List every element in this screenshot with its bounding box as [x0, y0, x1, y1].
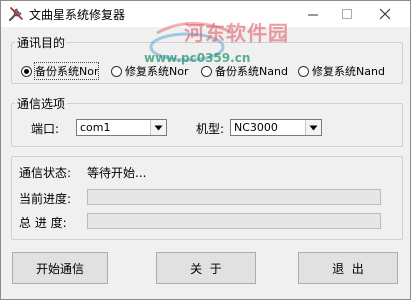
- chevron-down-icon[interactable]: [150, 120, 166, 135]
- exit-label: 退 出: [332, 261, 364, 276]
- port-label: 端口:: [31, 122, 60, 136]
- port-select-value: com1: [80, 121, 111, 134]
- status-text: 等待开始...: [87, 166, 147, 180]
- radio-repair-nand[interactable]: 修复系统Nand: [298, 63, 385, 79]
- status-label: 通信状态:: [19, 166, 72, 180]
- app-window: 文曲星系统修复器 通讯目的 备份系统Nor 修复系统Nor 备份系统Nand 修…: [0, 0, 411, 300]
- exit-button[interactable]: 退 出: [298, 252, 398, 284]
- total-progress-label: 总 进 度:: [19, 216, 67, 230]
- model-select[interactable]: NC3000: [230, 119, 322, 136]
- total-progress-bar: [87, 213, 381, 229]
- close-icon[interactable]: [365, 1, 405, 27]
- model-select-value: NC3000: [234, 121, 278, 134]
- wrench-icon: [7, 5, 25, 23]
- radio-backup-nor-label: 备份系统Nor: [33, 62, 100, 80]
- port-select[interactable]: com1: [76, 119, 167, 136]
- chevron-down-icon[interactable]: [305, 120, 321, 135]
- start-communication-button[interactable]: 开始通信: [12, 252, 108, 284]
- purpose-group-legend: 通讯目的: [15, 34, 68, 51]
- watermark-title: 河东软件园: [184, 21, 289, 45]
- watermark-url: www.pc0359.cn: [144, 51, 251, 65]
- window-title: 文曲星系统修复器: [29, 8, 126, 22]
- about-button[interactable]: 关 于: [156, 252, 256, 284]
- about-label: 关 于: [190, 261, 222, 276]
- current-progress-label: 当前进度:: [19, 192, 72, 206]
- comm-options-legend: 通信选项: [15, 95, 68, 112]
- radio-repair-nor-dot[interactable]: [111, 65, 122, 77]
- radio-repair-nand-dot[interactable]: [298, 65, 309, 77]
- radio-repair-nand-label: 修复系统Nand: [312, 65, 385, 78]
- start-communication-label: 开始通信: [35, 261, 84, 276]
- radio-backup-nor-dot[interactable]: [21, 65, 32, 77]
- maximize-icon[interactable]: [327, 1, 367, 27]
- model-label: 机型:: [196, 122, 225, 136]
- current-progress-bar: [87, 189, 381, 205]
- radio-backup-nor[interactable]: 备份系统Nor: [21, 62, 100, 80]
